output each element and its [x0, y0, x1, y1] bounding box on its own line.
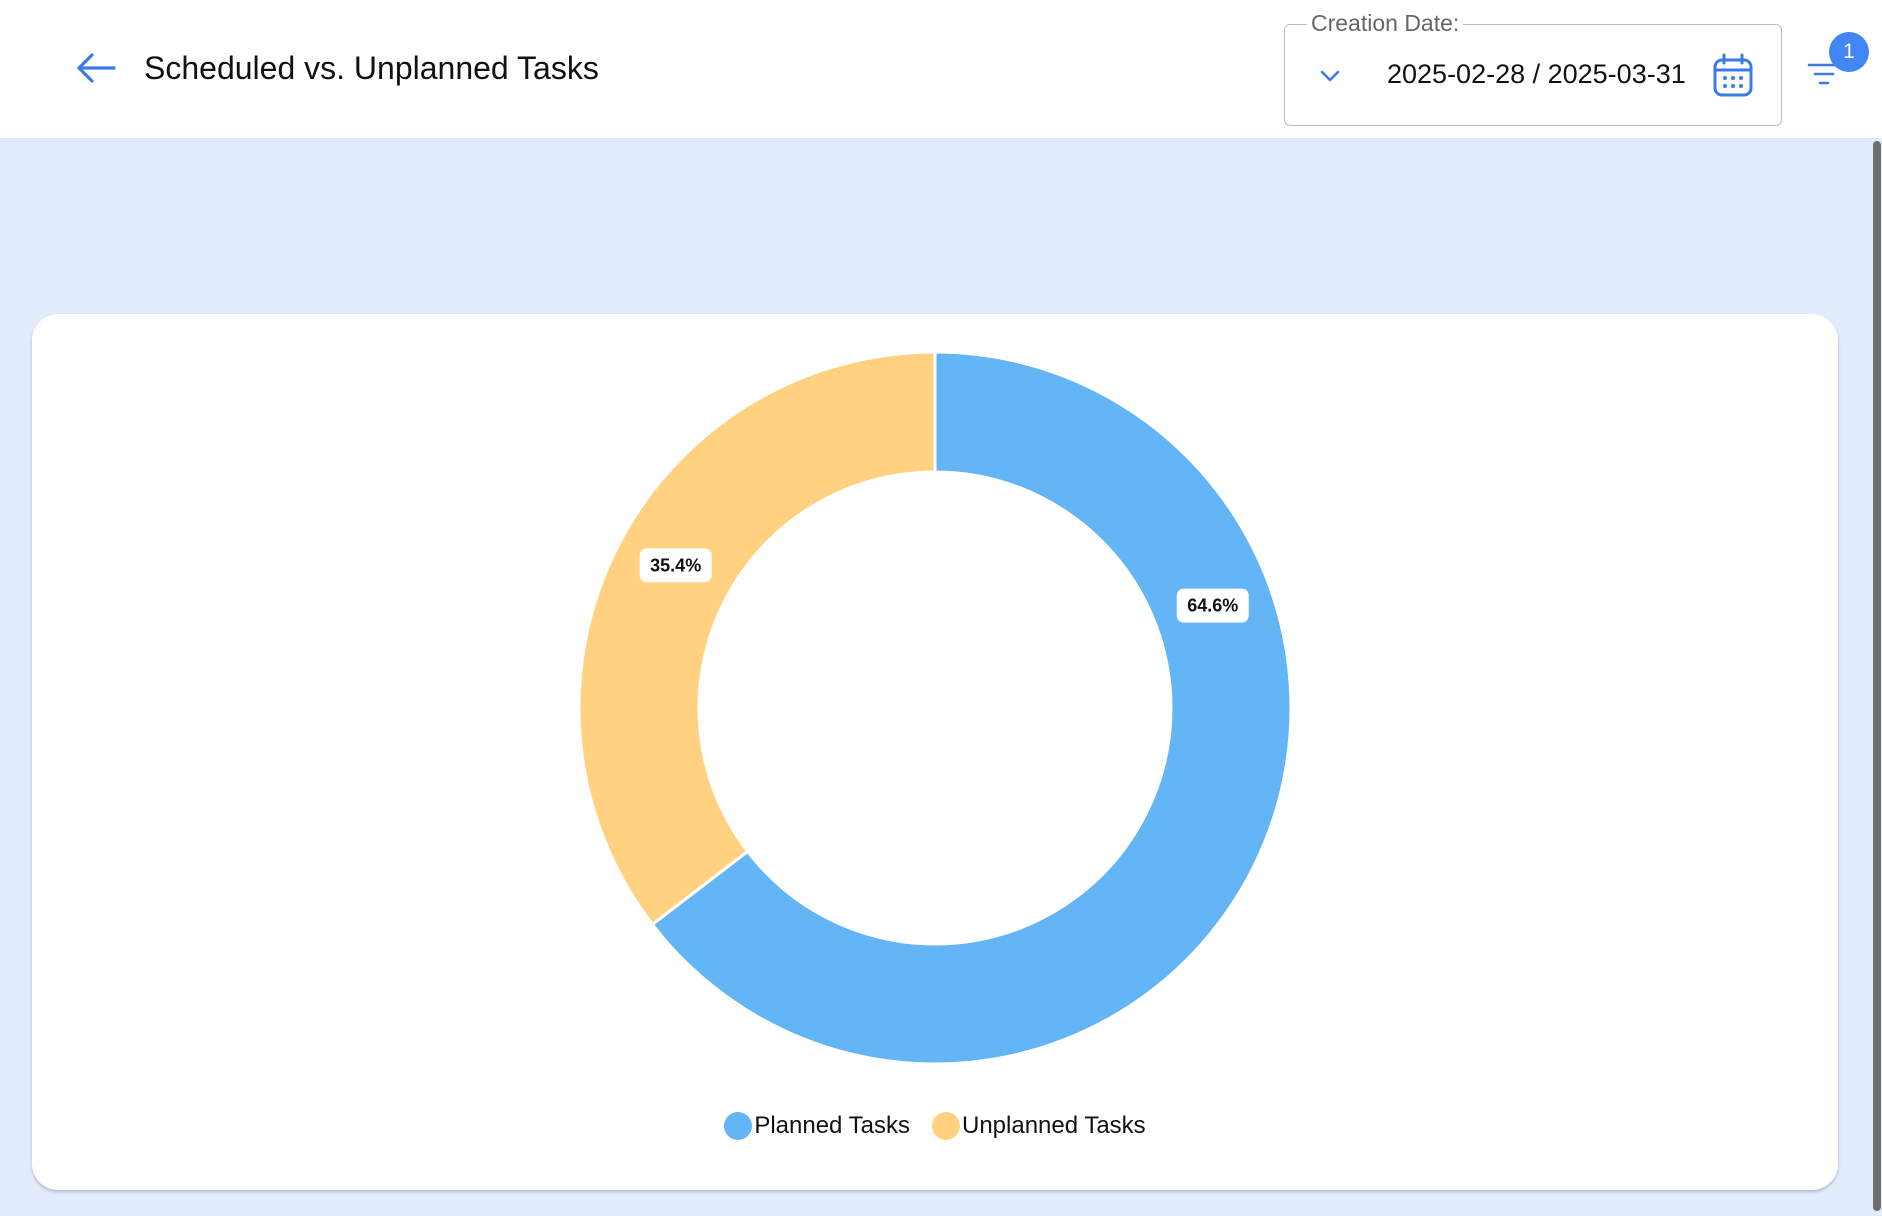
chart-slices — [577, 350, 1293, 1066]
legend-item-planned[interactable]: Planned Tasks — [724, 1112, 910, 1140]
creation-date-field[interactable]: Creation Date: 2025-02-28 / 2025-03-31 — [1284, 9, 1782, 126]
arrow-left-icon — [77, 53, 116, 83]
legend-swatch-unplanned — [931, 1112, 960, 1140]
calendar-icon — [1713, 53, 1753, 97]
legend-label-unplanned: Unplanned Tasks — [961, 1112, 1146, 1139]
chart-card: 64.6% 35.4% Planned Tasks Unplanned Tasks — [32, 314, 1838, 1190]
top-bar: Scheduled vs. Unplanned Tasks Creation D… — [0, 0, 1882, 139]
date-dropdown-toggle[interactable] — [1315, 61, 1345, 91]
legend-swatch-planned — [724, 1112, 753, 1140]
legend-label-planned: Planned Tasks — [754, 1112, 910, 1139]
chevron-down-icon — [1320, 70, 1340, 82]
data-label-text: 35.4% — [650, 555, 701, 575]
legend-item-unplanned[interactable]: Unplanned Tasks — [931, 1112, 1146, 1140]
chart-legend: Planned Tasks Unplanned Tasks — [32, 1112, 1838, 1140]
data-label-unplanned: 35.4% — [639, 548, 712, 583]
back-button[interactable] — [70, 46, 122, 90]
calendar-button[interactable] — [1709, 51, 1757, 101]
data-label-planned: 64.6% — [1176, 588, 1249, 623]
date-range-value: 2025-02-28 / 2025-03-31 — [1387, 59, 1686, 89]
page-title: Scheduled vs. Unplanned Tasks — [144, 50, 599, 86]
scrollbar-thumb[interactable] — [1873, 141, 1881, 1211]
donut-chart: 64.6% 35.4% — [577, 350, 1293, 1066]
slice-unplanned[interactable] — [577, 350, 937, 927]
filter-count-badge: 1 — [1829, 32, 1869, 72]
creation-date-label: Creation Date: — [1307, 9, 1464, 37]
data-label-text: 64.6% — [1187, 596, 1238, 616]
